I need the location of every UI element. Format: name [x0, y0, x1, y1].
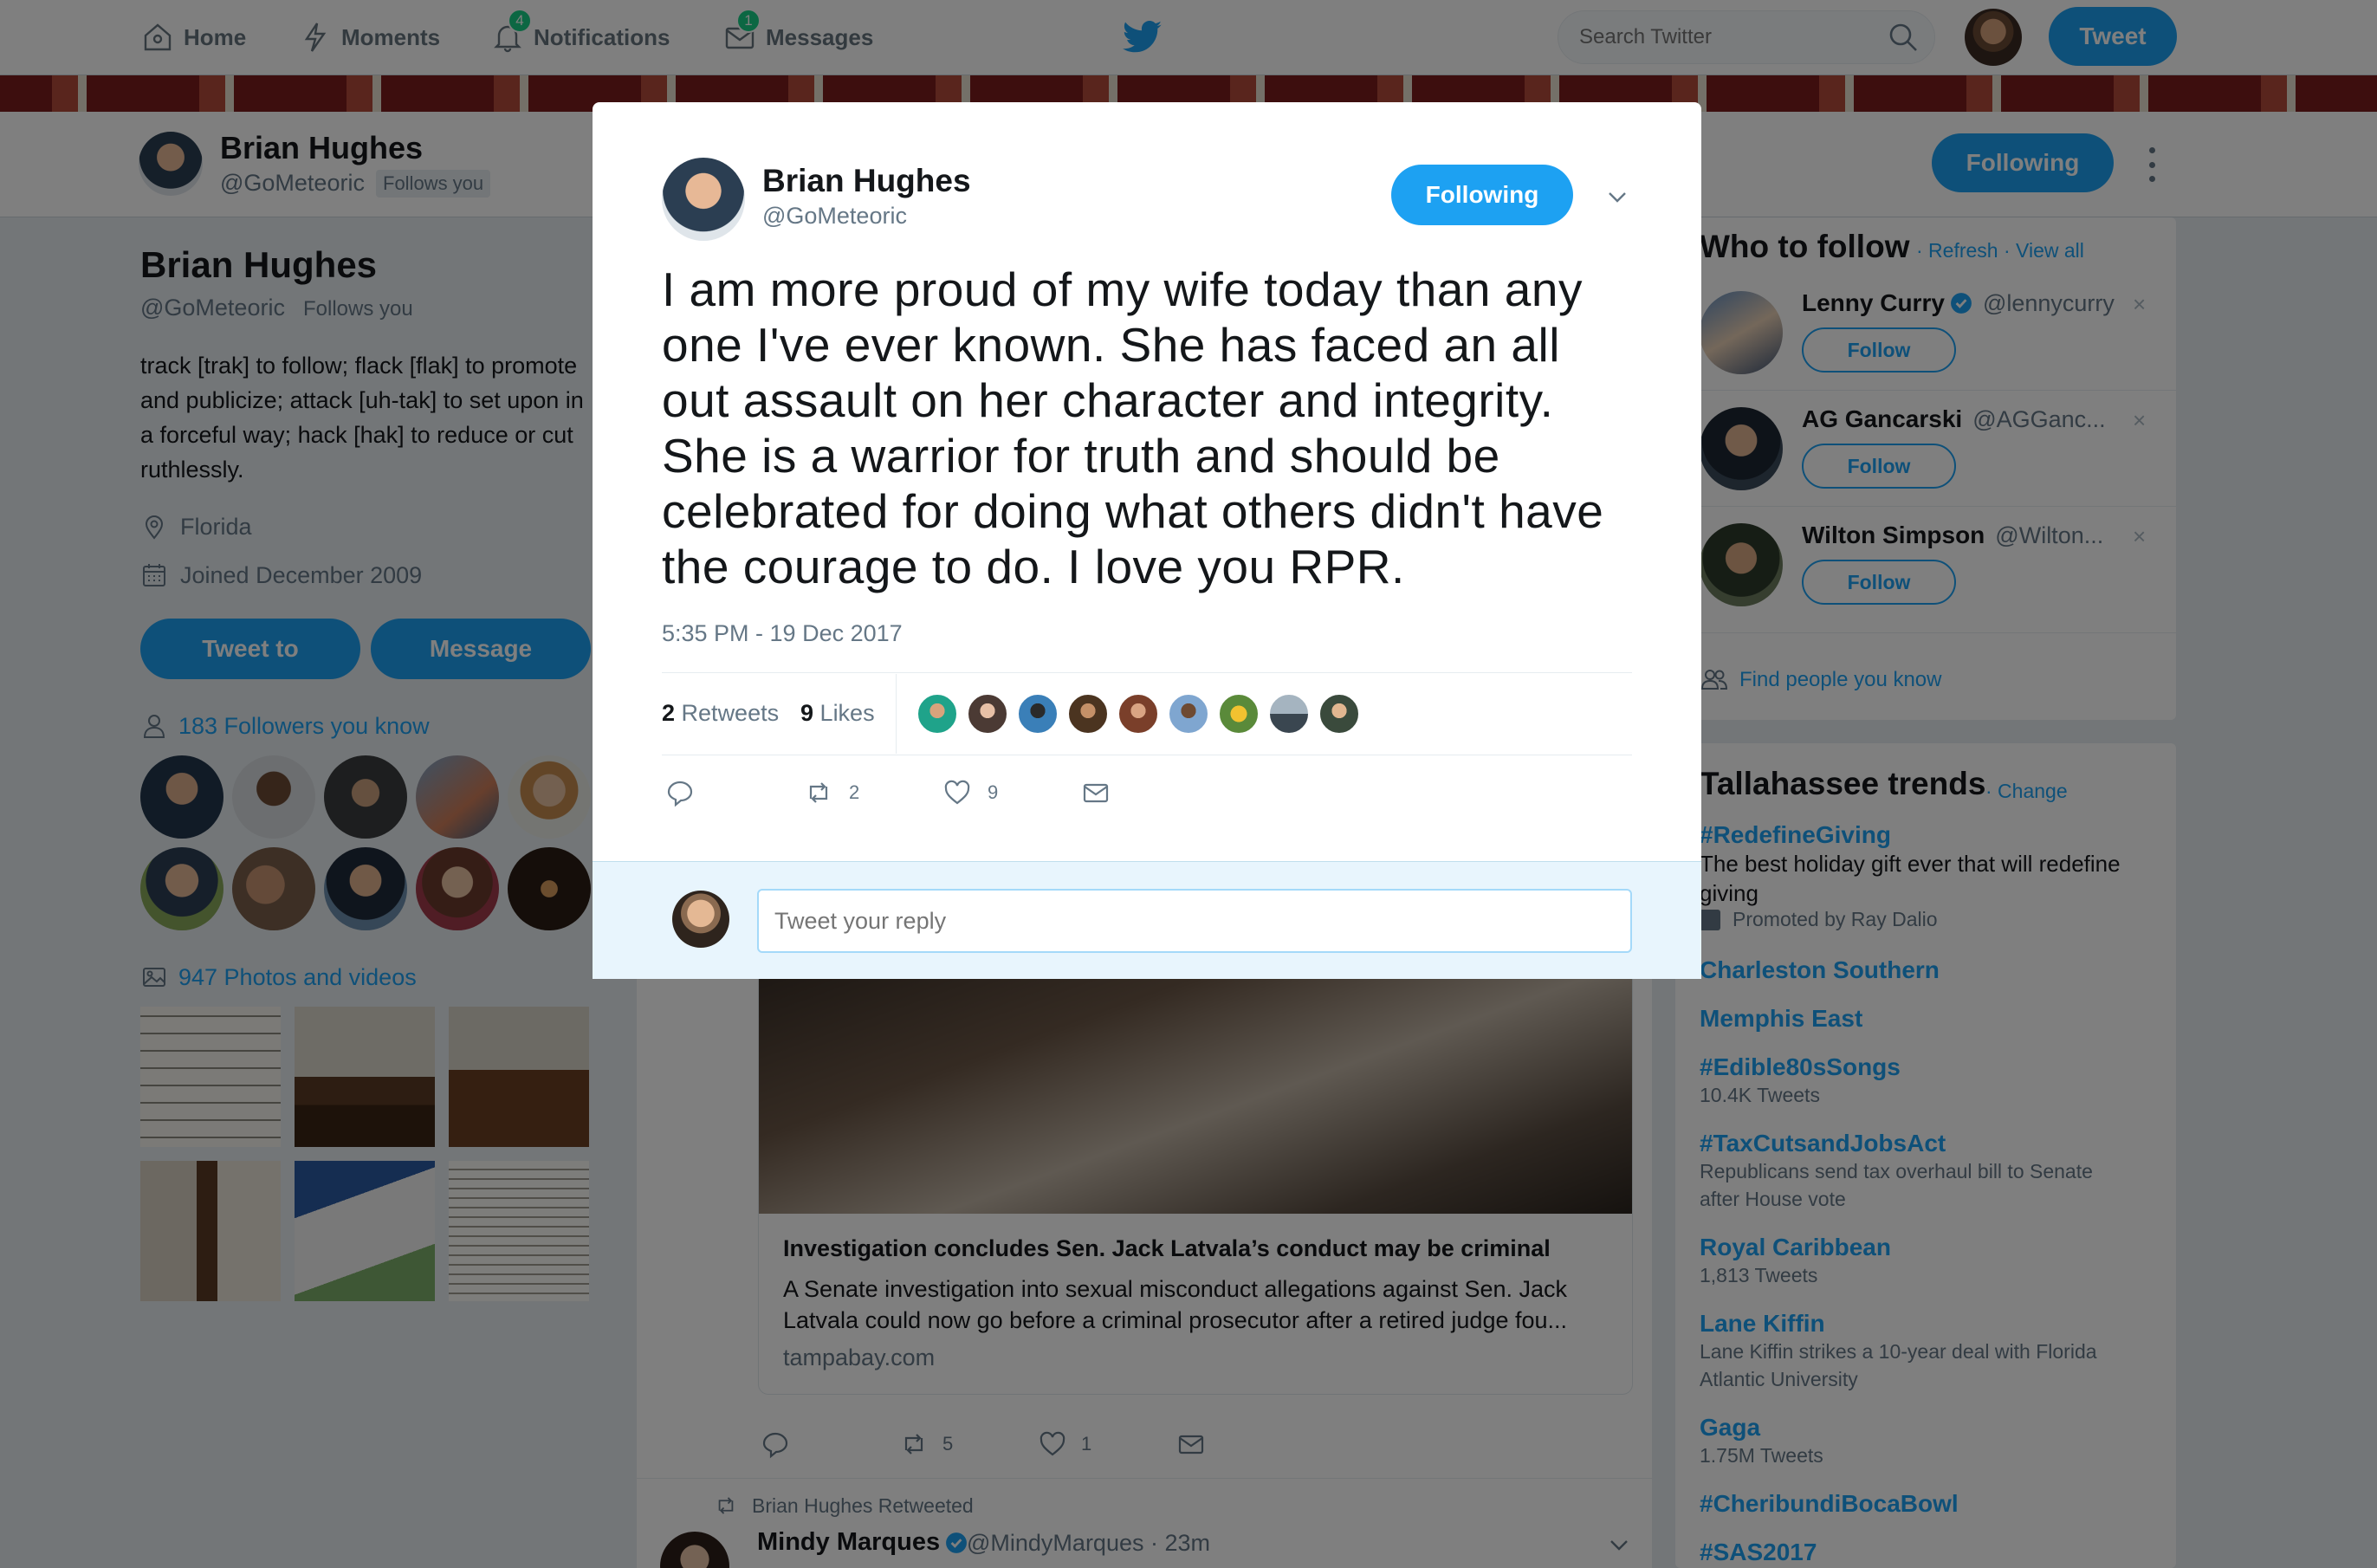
envelope-icon	[1083, 783, 1109, 803]
modal-retweet-action[interactable]: 2	[804, 778, 859, 807]
liker-avatar[interactable]	[1017, 693, 1059, 735]
liker-avatar[interactable]	[1218, 693, 1260, 735]
liker-avatar[interactable]	[1117, 693, 1159, 735]
modal-like-count: 9	[988, 781, 999, 803]
modal-reply-action[interactable]	[665, 778, 695, 807]
liker-avatar[interactable]	[1268, 693, 1310, 735]
modal-tweet-text: I am more proud of my wife today than an…	[662, 262, 1604, 593]
modal-tweet-timestamp[interactable]: 5:35 PM - 19 Dec 2017	[662, 620, 903, 647]
likes-stat[interactable]: 9 Likes	[800, 700, 875, 727]
stats-divider	[896, 674, 897, 754]
liker-avatar[interactable]	[1318, 693, 1360, 735]
liker-avatar[interactable]	[916, 693, 958, 735]
retweets-stat[interactable]: 2 Retweets	[662, 700, 779, 727]
modal-following-button[interactable]: Following	[1391, 165, 1573, 225]
reply-icon	[667, 781, 693, 807]
modal-retweet-count: 2	[849, 781, 860, 803]
likes-label: Likes	[819, 700, 875, 726]
modal-dm-action[interactable]	[1081, 778, 1111, 807]
modal-author-name[interactable]: Brian Hughes	[762, 163, 971, 199]
retweets-count: 2	[662, 700, 676, 726]
liker-avatar[interactable]	[967, 693, 1008, 735]
heart-icon	[944, 780, 970, 805]
modal-author-handle[interactable]: @GoMeteoric	[762, 203, 907, 230]
retweet-icon	[809, 782, 828, 803]
liker-avatar[interactable]	[1067, 693, 1109, 735]
likes-count: 9	[800, 700, 814, 726]
chevron-down-icon[interactable]	[1604, 184, 1630, 210]
reply-composer-avatar	[672, 891, 729, 948]
tweet-reply-input[interactable]	[757, 889, 1632, 953]
retweets-label: Retweets	[681, 700, 780, 726]
modal-like-action[interactable]: 9	[942, 778, 998, 807]
modal-author-avatar[interactable]	[662, 158, 745, 241]
liker-avatar[interactable]	[1168, 693, 1209, 735]
